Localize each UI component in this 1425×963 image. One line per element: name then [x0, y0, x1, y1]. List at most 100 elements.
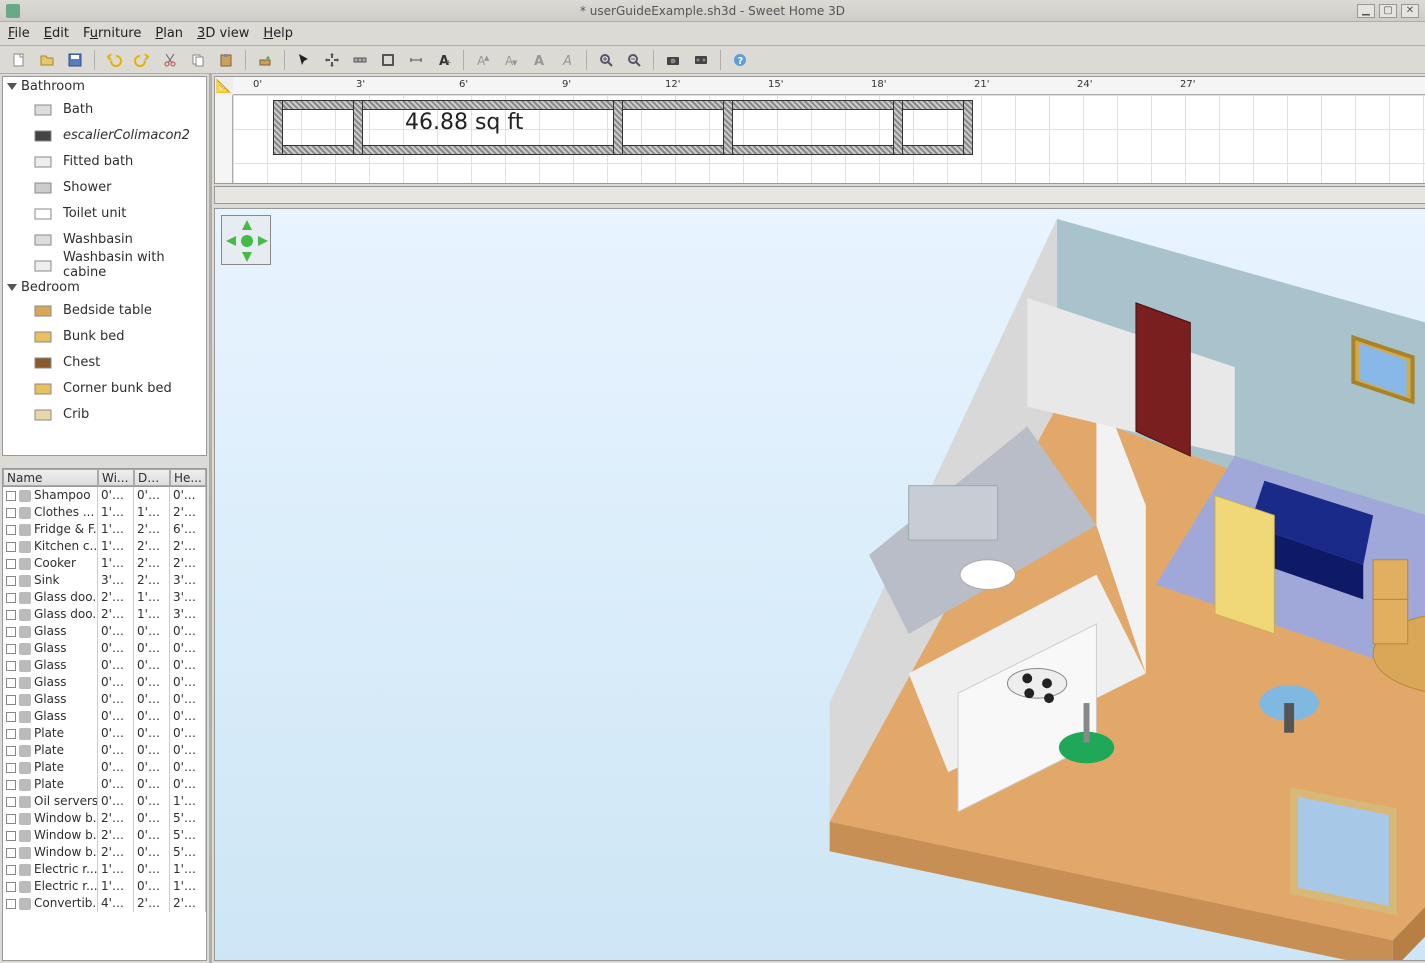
create-walls-icon[interactable] [349, 49, 371, 71]
catalog-group-header[interactable]: Bedroom [3, 278, 206, 297]
table-row[interactable]: Shampoo0'2...0'1...0'... [3, 487, 206, 504]
table-row[interactable]: Window b...2'7...0'3...5'1... [3, 810, 206, 827]
furniture-catalog[interactable]: BathroomBathescalierColimacon2Fitted bat… [2, 76, 207, 456]
table-row[interactable]: Glass0'1...0'1...0'3... [3, 674, 206, 691]
zoom-in-icon[interactable] [595, 49, 617, 71]
row-visibility-checkbox[interactable] [6, 729, 16, 739]
close-button[interactable]: ✕ [1401, 4, 1419, 18]
create-photo-icon[interactable] [662, 49, 684, 71]
horizontal-splitter[interactable] [0, 458, 209, 466]
table-row[interactable]: Plate0'7...0'7...0'0... [3, 776, 206, 793]
row-visibility-checkbox[interactable] [6, 627, 16, 637]
table-row[interactable]: Glass0'1...0'1...0'3... [3, 691, 206, 708]
maximize-button[interactable]: ▢ [1379, 4, 1397, 18]
row-visibility-checkbox[interactable] [6, 712, 16, 722]
catalog-item[interactable]: Bunk bed [3, 323, 206, 349]
view-3d[interactable] [214, 208, 1425, 961]
catalog-item[interactable]: Toilet unit [3, 200, 206, 226]
row-visibility-checkbox[interactable] [6, 491, 16, 501]
text-smaller-icon[interactable]: A▼ [500, 49, 522, 71]
table-row[interactable]: Kitchen c...1'1...2'1...2'9... [3, 538, 206, 555]
text-italic-icon[interactable]: A [556, 49, 578, 71]
table-row[interactable]: Window b...2'7...0'3...5'1... [3, 827, 206, 844]
row-visibility-checkbox[interactable] [6, 865, 16, 875]
table-row[interactable]: Plate0'7...0'7...0'0... [3, 742, 206, 759]
redo-icon[interactable] [131, 49, 153, 71]
catalog-item[interactable]: Bath [3, 96, 206, 122]
undo-icon[interactable] [103, 49, 125, 71]
add-furniture-icon[interactable] [254, 49, 276, 71]
catalog-item[interactable]: Crib [3, 401, 206, 427]
table-row[interactable]: Glass0'1...0'1...0'3... [3, 640, 206, 657]
row-visibility-checkbox[interactable] [6, 559, 16, 569]
dimension-tool-icon[interactable] [405, 49, 427, 71]
catalog-group-header[interactable]: Bathroom [3, 77, 206, 96]
pan-tool-icon[interactable] [321, 49, 343, 71]
row-visibility-checkbox[interactable] [6, 678, 16, 688]
minimize-button[interactable]: ▁ [1357, 4, 1375, 18]
catalog-item[interactable]: escalierColimacon2 [3, 122, 206, 148]
catalog-item[interactable]: Fitted bath [3, 148, 206, 174]
catalog-item[interactable]: Washbasin with cabine [3, 252, 206, 278]
menu-help[interactable]: Help [263, 26, 293, 41]
col-header-width[interactable]: Wi... [98, 469, 134, 486]
row-visibility-checkbox[interactable] [6, 610, 16, 620]
row-visibility-checkbox[interactable] [6, 593, 16, 603]
table-row[interactable]: Glass0'1...0'1...0'3... [3, 708, 206, 725]
row-visibility-checkbox[interactable] [6, 746, 16, 756]
col-header-name[interactable]: Name [3, 469, 98, 486]
create-room-icon[interactable] [377, 49, 399, 71]
table-row[interactable]: Cooker1'1...2'1...2'9... [3, 555, 206, 572]
paste-icon[interactable] [215, 49, 237, 71]
menu-plan[interactable]: Plan [155, 26, 183, 41]
table-row[interactable]: Oil servers0'5...0'2...1'0... [3, 793, 206, 810]
table-row[interactable]: Glass doo...2'7...1'3...3'1... [3, 606, 206, 623]
row-visibility-checkbox[interactable] [6, 542, 16, 552]
row-visibility-checkbox[interactable] [6, 882, 16, 892]
catalog-item[interactable]: Bedside table [3, 297, 206, 323]
table-row[interactable]: Fridge & F...1'1...2'1...6'0... [3, 521, 206, 538]
table-row[interactable]: Plate0'7...0'7...0'0... [3, 759, 206, 776]
save-icon[interactable] [64, 49, 86, 71]
zoom-out-icon[interactable] [623, 49, 645, 71]
row-visibility-checkbox[interactable] [6, 661, 16, 671]
catalog-item[interactable]: Shower [3, 174, 206, 200]
row-visibility-checkbox[interactable] [6, 695, 16, 705]
new-file-icon[interactable] [8, 49, 30, 71]
col-header-height[interactable]: He... [170, 469, 206, 486]
create-video-icon[interactable] [690, 49, 712, 71]
table-row[interactable]: Window b...2'7...0'3...5'1... [3, 844, 206, 861]
row-visibility-checkbox[interactable] [6, 831, 16, 841]
menu-edit[interactable]: Edit [44, 26, 69, 41]
menu-file[interactable]: File [8, 26, 30, 41]
row-visibility-checkbox[interactable] [6, 797, 16, 807]
catalog-item[interactable]: Chest [3, 349, 206, 375]
help-icon[interactable]: ? [729, 49, 751, 71]
table-row[interactable]: Sink3'1...2'1...3'5... [3, 572, 206, 589]
row-visibility-checkbox[interactable] [6, 814, 16, 824]
table-row[interactable]: Electric r...1'2...0'3...1'8... [3, 861, 206, 878]
row-visibility-checkbox[interactable] [6, 644, 16, 654]
row-visibility-checkbox[interactable] [6, 763, 16, 773]
row-visibility-checkbox[interactable] [6, 576, 16, 586]
row-visibility-checkbox[interactable] [6, 780, 16, 790]
row-visibility-checkbox[interactable] [6, 525, 16, 535]
text-bold-icon[interactable]: A [528, 49, 550, 71]
plan-2d-view[interactable]: 0'3'6'9'12'15'18'21'24'27' 📐 46.88 sq ft [214, 76, 1425, 184]
text-tool-icon[interactable]: A+ [433, 49, 455, 71]
table-row[interactable]: Plate0'7...0'7...0'0... [3, 725, 206, 742]
table-row[interactable]: Glass0'1...0'1...0'3... [3, 623, 206, 640]
furniture-table[interactable]: Name Wi... De... He... Shampoo0'2...0'1.… [2, 468, 207, 961]
row-visibility-checkbox[interactable] [6, 848, 16, 858]
plan-horizontal-scrollbar[interactable] [214, 186, 1425, 204]
row-visibility-checkbox[interactable] [6, 508, 16, 518]
row-visibility-checkbox[interactable] [6, 899, 16, 909]
cut-icon[interactable] [159, 49, 181, 71]
table-row[interactable]: Convertib...4'9...2'7...2'4... [3, 895, 206, 912]
select-tool-icon[interactable] [293, 49, 315, 71]
menu-furniture[interactable]: Furniture [83, 26, 141, 41]
table-row[interactable]: Glass doo...2'7...1'3...3'1... [3, 589, 206, 606]
open-file-icon[interactable] [36, 49, 58, 71]
catalog-item[interactable]: Corner bunk bed [3, 375, 206, 401]
table-row[interactable]: Electric r...1'2...0'3...1'8... [3, 878, 206, 895]
